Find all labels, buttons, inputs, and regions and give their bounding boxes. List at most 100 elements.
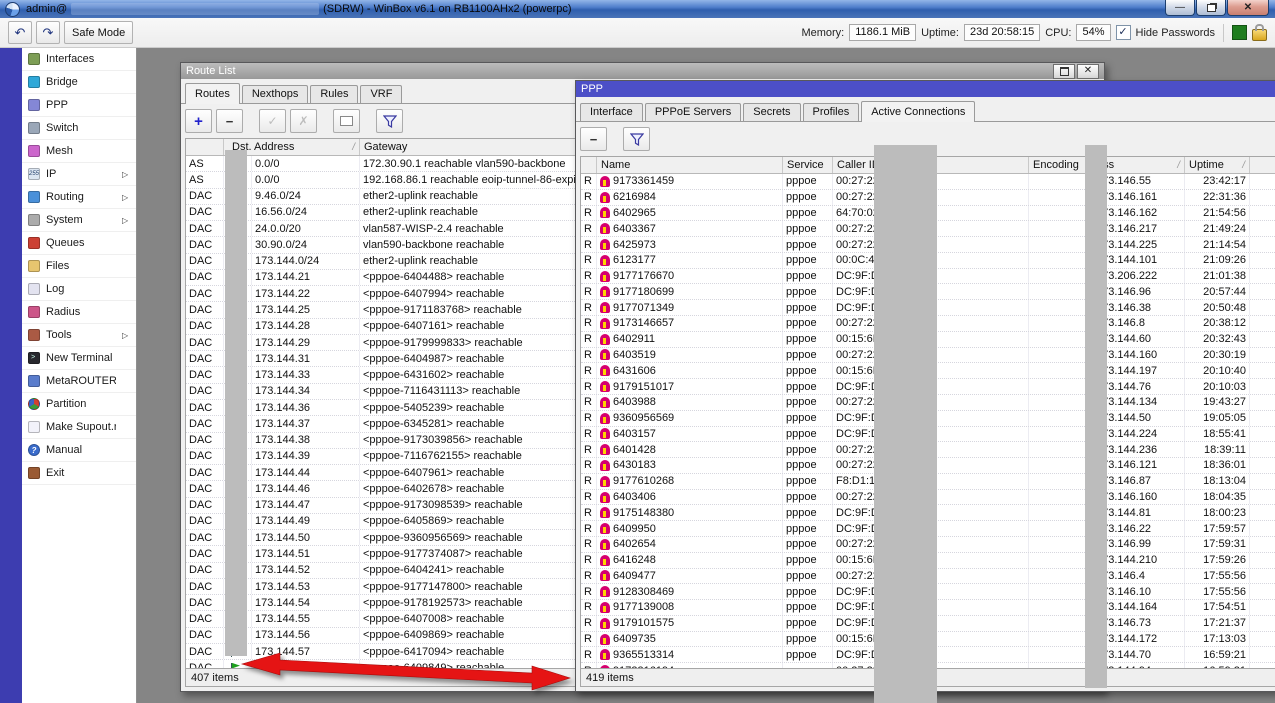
- ppp-row-uptime: 20:57:44: [1185, 284, 1250, 300]
- sidebar-item[interactable]: System: [22, 209, 136, 232]
- ppp-col-uptime[interactable]: Uptime /: [1185, 157, 1250, 173]
- ppp-row-uptime: 17:55:56: [1185, 584, 1250, 600]
- remove-route-button[interactable]: −: [216, 109, 243, 133]
- ppp-row-service: pppoe: [783, 505, 833, 521]
- sidebar-item[interactable]: Make Supout.rif: [22, 416, 136, 439]
- ppp-col-flags[interactable]: [581, 157, 597, 173]
- ppp-row-encoding: [1029, 631, 1093, 647]
- ppp-row-name-text: 6431606: [613, 364, 656, 377]
- ppp-row-flag: R: [581, 473, 597, 489]
- route-flags: DAC: [186, 269, 224, 286]
- ppp-col-uptime-label: Uptime: [1189, 159, 1224, 171]
- ppp-col-encoding-label: Encoding: [1033, 159, 1079, 171]
- ppp-row-uptime: 20:10:40: [1185, 363, 1250, 379]
- sidebar-item[interactable]: Switch: [22, 117, 136, 140]
- sidebar-item[interactable]: IP: [22, 163, 136, 186]
- sidebar-item[interactable]: Routing: [22, 186, 136, 209]
- sidebar-item-icon: [28, 237, 40, 249]
- route-list-close-button[interactable]: ✕: [1077, 63, 1099, 79]
- sidebar-item[interactable]: Bridge: [22, 71, 136, 94]
- ppp-row-flag: R: [581, 394, 597, 410]
- ppp-row-uptime: 21:01:38: [1185, 268, 1250, 284]
- close-button[interactable]: ✕: [1227, 0, 1269, 16]
- filter-button[interactable]: [623, 127, 650, 151]
- ppp-titlebar[interactable]: PPP: [576, 81, 1275, 97]
- sidebar-item-label: Make Supout.rif: [46, 421, 116, 433]
- ppp-row-filler: [1250, 284, 1275, 299]
- sidebar-item[interactable]: MetaROUTER: [22, 370, 136, 393]
- ppp-col-name[interactable]: Name: [597, 157, 783, 173]
- ppp-row-uptime: 18:00:23: [1185, 505, 1250, 521]
- ppp-row-service: pppoe: [783, 284, 833, 300]
- route-dst-address: 173.144.0/24: [252, 253, 360, 269]
- sidebar-item[interactable]: Log: [22, 278, 136, 301]
- ppp-tab[interactable]: Profiles: [802, 103, 860, 121]
- ppp-row-flag: R: [581, 631, 597, 647]
- route-list-titlebar[interactable]: Route List ✕: [181, 63, 1104, 79]
- restore-button[interactable]: [1196, 0, 1226, 16]
- minimize-button[interactable]: —: [1165, 0, 1195, 16]
- ppp-row-flag: R: [581, 316, 597, 331]
- route-col-flags[interactable]: [186, 139, 224, 155]
- ppp-row-filler: [1250, 411, 1275, 426]
- undo-button[interactable]: ↶: [8, 21, 32, 44]
- redo-button[interactable]: ↷: [36, 21, 60, 44]
- ppp-row-name: 9177610268: [597, 473, 783, 489]
- ppp-row-encoding: [1029, 379, 1093, 394]
- filter-button[interactable]: [376, 109, 403, 133]
- ppp-row-flag: R: [581, 647, 597, 663]
- comment-button[interactable]: [333, 109, 360, 133]
- sidebar-item[interactable]: Radius: [22, 301, 136, 324]
- ppp-row-name-text: 6216984: [613, 191, 656, 204]
- route-list-tab[interactable]: Rules: [310, 85, 359, 103]
- route-list-tab[interactable]: Routes: [185, 83, 240, 104]
- sidebar-item[interactable]: Interfaces: [22, 48, 136, 71]
- ppp-row-service: pppoe: [783, 600, 833, 615]
- sidebar-item[interactable]: Partition: [22, 393, 136, 416]
- sidebar-item[interactable]: Files: [22, 255, 136, 278]
- caption-buttons: — ✕: [1165, 0, 1275, 16]
- sidebar-item[interactable]: Manual: [22, 439, 136, 462]
- add-route-button[interactable]: +: [185, 109, 212, 133]
- ppp-tab[interactable]: PPPoE Servers: [644, 103, 742, 121]
- ppp-col-service[interactable]: Service: [783, 157, 833, 173]
- route-list-tab[interactable]: Nexthops: [241, 85, 309, 103]
- sidebar-item[interactable]: New Terminal: [22, 347, 136, 370]
- sidebar-item-label: Partition: [46, 398, 87, 410]
- comment-icon: [340, 116, 353, 126]
- ppp-tab[interactable]: Interface: [580, 103, 643, 121]
- safe-mode-button[interactable]: Safe Mode: [64, 21, 134, 44]
- hide-passwords-checkbox[interactable]: ✓: [1115, 25, 1131, 40]
- ppp-tab[interactable]: Active Connections: [861, 101, 976, 122]
- ppp-row-name: 6403406: [597, 489, 783, 505]
- sidebar-item[interactable]: Mesh: [22, 140, 136, 163]
- sidebar-item-icon: [28, 352, 40, 364]
- ppp-row-service: pppoe: [783, 647, 833, 663]
- ppp-row-uptime: 18:39:11: [1185, 442, 1250, 458]
- ppp-row-filler: [1250, 616, 1275, 631]
- sidebar-item[interactable]: PPP: [22, 94, 136, 117]
- pppoe-user-icon: [600, 649, 610, 661]
- route-flags: DAC: [186, 513, 224, 530]
- route-dst-address: 173.144.29: [252, 334, 360, 351]
- sidebar-item[interactable]: Tools: [22, 324, 136, 347]
- route-list-maximize-button[interactable]: [1053, 63, 1075, 79]
- ppp-row-filler: [1250, 600, 1275, 615]
- route-dst-address: 30.90.0/24: [252, 237, 360, 253]
- route-list-tab[interactable]: VRF: [360, 85, 403, 103]
- enable-route-button[interactable]: ✓: [259, 109, 286, 133]
- remove-connection-button[interactable]: −: [580, 127, 607, 151]
- sidebar-item[interactable]: Queues: [22, 232, 136, 255]
- status-indicators: Memory: 1186.1 MiB Uptime: 23d 20:58:15 …: [801, 23, 1267, 42]
- ppp-row-uptime: 17:54:51: [1185, 600, 1250, 615]
- ppp-row-encoding: [1029, 663, 1093, 668]
- sidebar-item-icon: [28, 168, 40, 180]
- ppp-row-name: 6409950: [597, 521, 783, 536]
- ppp-row-encoding: [1029, 347, 1093, 363]
- ppp-tab[interactable]: Secrets: [743, 103, 801, 121]
- ppp-col-encoding[interactable]: Encoding: [1029, 157, 1093, 173]
- sidebar-item[interactable]: Exit: [22, 462, 136, 485]
- ppp-row-name-text: 9175148380: [613, 506, 675, 519]
- ppp-row-filler: [1250, 379, 1275, 394]
- disable-route-button[interactable]: ✗: [290, 109, 317, 133]
